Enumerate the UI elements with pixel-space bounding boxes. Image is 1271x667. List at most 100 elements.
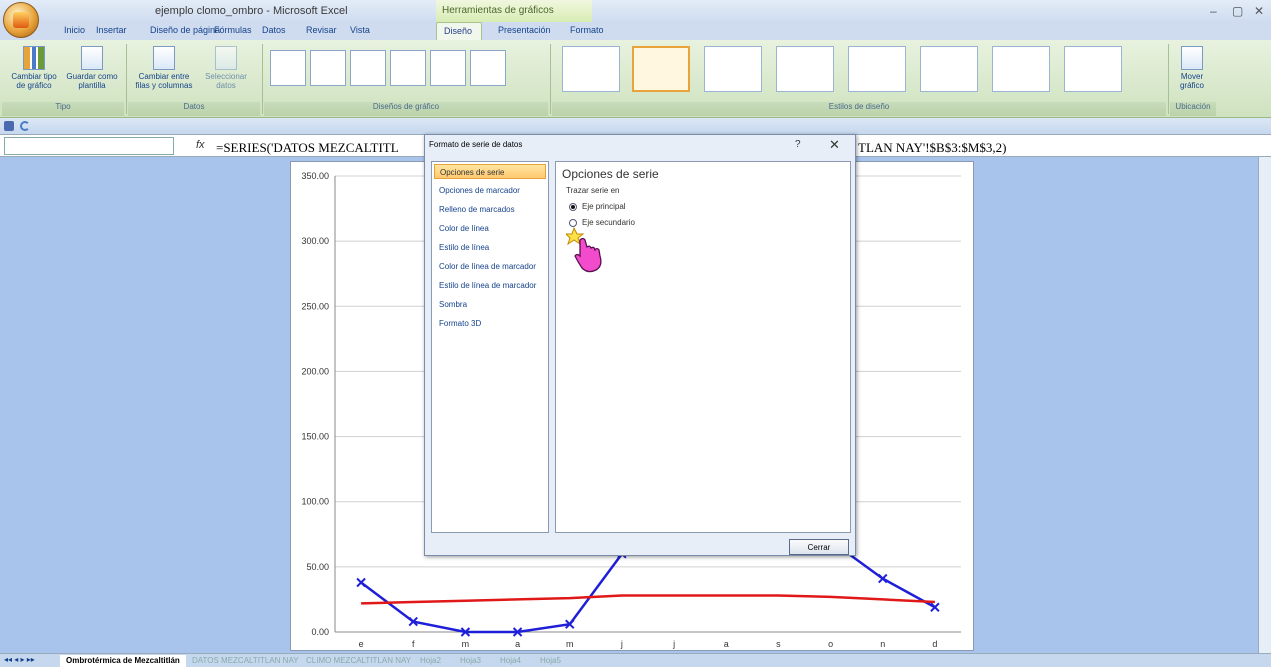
select-data-label: Seleccionar datos	[205, 72, 247, 90]
radio-eje-principal-label: Eje principal	[582, 202, 626, 211]
y-tick-label: 150.00	[301, 432, 329, 442]
tab-vista[interactable]: Vista	[350, 25, 370, 35]
minimize-button[interactable]: –	[1210, 4, 1217, 18]
y-tick-label: 350.00	[301, 171, 329, 181]
save-template-icon	[81, 46, 103, 70]
undo-icon[interactable]	[20, 121, 30, 131]
help-button[interactable]: ?	[795, 139, 801, 150]
nav-relleno-marcados[interactable]: Relleno de marcados	[434, 202, 546, 217]
save-icon[interactable]	[4, 121, 14, 131]
select-data-button[interactable]: Seleccionar datos	[198, 46, 254, 90]
x-tick-label: m	[566, 639, 574, 649]
vertical-scrollbar[interactable]	[1258, 157, 1271, 653]
x-tick-label: n	[880, 639, 885, 649]
y-tick-label: 200.00	[301, 366, 329, 376]
panel-title: Opciones de serie	[562, 167, 659, 181]
move-chart-button[interactable]: Mover gráfico	[1174, 46, 1210, 90]
group-label-disenos: Diseños de gráfico	[264, 102, 548, 116]
chart-tools-context-title: Herramientas de gráficos	[436, 0, 592, 22]
sheet-tab-climo[interactable]: CLIMO MEZCALTITLAN NAY	[300, 655, 417, 667]
quick-access-toolbar	[0, 118, 1271, 135]
sheet-tab-hoja3[interactable]: Hoja3	[454, 655, 487, 667]
sheet-tab-hoja4[interactable]: Hoja4	[494, 655, 527, 667]
panel-subtitle: Trazar serie en	[566, 186, 620, 195]
group-separator	[550, 44, 551, 114]
pointer-hand-icon	[566, 226, 602, 273]
ribbon-tab-bar: Inicio Insertar Diseño de página Fórmula…	[0, 22, 1271, 40]
nav-opciones-serie[interactable]: Opciones de serie	[434, 164, 546, 179]
close-window-button[interactable]: ✕	[1254, 4, 1264, 18]
save-template-button[interactable]: Guardar como plantilla	[64, 46, 120, 90]
dialog-close-button[interactable]: ✕	[829, 137, 840, 153]
x-tick-label: s	[776, 639, 781, 649]
x-tick-label: f	[412, 639, 415, 649]
tab-formulas[interactable]: Fórmulas	[214, 25, 252, 35]
change-chart-type-button[interactable]: Cambiar tipo de gráfico	[6, 46, 62, 90]
y-tick-label: 250.00	[301, 301, 329, 311]
maximize-button[interactable]: ▢	[1232, 4, 1243, 18]
tab-inicio[interactable]: Inicio	[64, 25, 85, 35]
dialog-nav-list: Opciones de serie Opciones de marcador R…	[431, 161, 549, 533]
switch-rows-columns-button[interactable]: Cambiar entre filas y columnas	[132, 46, 196, 90]
nav-estilo-linea[interactable]: Estilo de línea	[434, 240, 546, 255]
chart-style-6[interactable]	[920, 46, 978, 92]
office-logo-icon	[13, 12, 29, 28]
dialog-title: Formato de serie de datos	[429, 140, 523, 149]
cerrar-button[interactable]: Cerrar	[789, 539, 849, 555]
save-template-label: Guardar como plantilla	[66, 72, 118, 90]
y-tick-label: 0.00	[311, 627, 329, 637]
sheet-nav-arrows-icon[interactable]: ◂◂ ◂ ▸ ▸▸	[4, 655, 35, 664]
chart-layout-6[interactable]	[470, 50, 506, 86]
chart-style-7[interactable]	[992, 46, 1050, 92]
tab-datos[interactable]: Datos	[262, 25, 286, 35]
x-tick-label: a	[724, 639, 729, 649]
tab-formato[interactable]: Formato	[570, 25, 604, 35]
sheet-tab-ombrotermica[interactable]: Ombrotérmica de Mezcaltitlán	[60, 655, 186, 667]
chart-layout-5[interactable]	[430, 50, 466, 86]
chart-style-2[interactable]	[632, 46, 690, 92]
switch-rows-icon	[153, 46, 175, 70]
sheet-tab-hoja5[interactable]: Hoja5	[534, 655, 567, 667]
chart-style-3[interactable]	[704, 46, 762, 92]
chart-layout-4[interactable]	[390, 50, 426, 86]
chart-style-1[interactable]	[562, 46, 620, 92]
nav-color-linea-marcador[interactable]: Color de línea de marcador	[434, 259, 546, 274]
chart-layout-3[interactable]	[350, 50, 386, 86]
data-point-marker	[878, 573, 888, 584]
chart-layout-2[interactable]	[310, 50, 346, 86]
sheet-tab-hoja2[interactable]: Hoja2	[414, 655, 447, 667]
title-bar: ejemplo clomo_ombro - Microsoft Excel He…	[0, 0, 1271, 22]
nav-sombra[interactable]: Sombra	[434, 297, 546, 312]
tab-diseno-pagina[interactable]: Diseño de página	[150, 25, 220, 35]
data-point-marker	[356, 577, 366, 588]
tab-revisar[interactable]: Revisar	[306, 25, 337, 35]
tab-diseno[interactable]: Diseño	[436, 22, 482, 40]
function-icon[interactable]: fx	[196, 139, 205, 151]
sheet-tab-datos[interactable]: DATOS MEZCALTITLAN NAY	[186, 655, 305, 667]
x-tick-label: m	[462, 639, 470, 649]
change-chart-type-label: Cambiar tipo de gráfico	[11, 72, 57, 90]
ribbon: Cambiar tipo de gráfico Guardar como pla…	[0, 40, 1271, 118]
formula-text-right[interactable]: TLAN NAY'!$B$3:$M$3,2)	[858, 140, 1006, 156]
chart-style-8[interactable]	[1064, 46, 1122, 92]
data-point-marker	[930, 602, 940, 612]
nav-formato-3d[interactable]: Formato 3D	[434, 316, 546, 331]
chart-style-5[interactable]	[848, 46, 906, 92]
formula-text-left[interactable]: =SERIES('DATOS MEZCALTITL	[216, 140, 399, 156]
name-box[interactable]	[4, 137, 174, 155]
office-button[interactable]	[3, 2, 39, 38]
tab-presentacion[interactable]: Presentación	[498, 25, 551, 35]
group-separator	[126, 44, 127, 114]
y-tick-label: 100.00	[301, 497, 329, 507]
nav-opciones-marcador[interactable]: Opciones de marcador	[434, 183, 546, 198]
chart-layout-1[interactable]	[270, 50, 306, 86]
group-label-datos: Datos	[128, 102, 260, 116]
x-tick-label: j	[620, 639, 623, 649]
series-line-1	[361, 594, 935, 605]
nav-color-linea[interactable]: Color de línea	[434, 221, 546, 236]
radio-eje-principal[interactable]	[569, 203, 577, 211]
tab-insertar[interactable]: Insertar	[96, 25, 127, 35]
chart-style-4[interactable]	[776, 46, 834, 92]
nav-estilo-linea-marcador[interactable]: Estilo de línea de marcador	[434, 278, 546, 293]
window-title: ejemplo clomo_ombro - Microsoft Excel	[155, 5, 348, 17]
